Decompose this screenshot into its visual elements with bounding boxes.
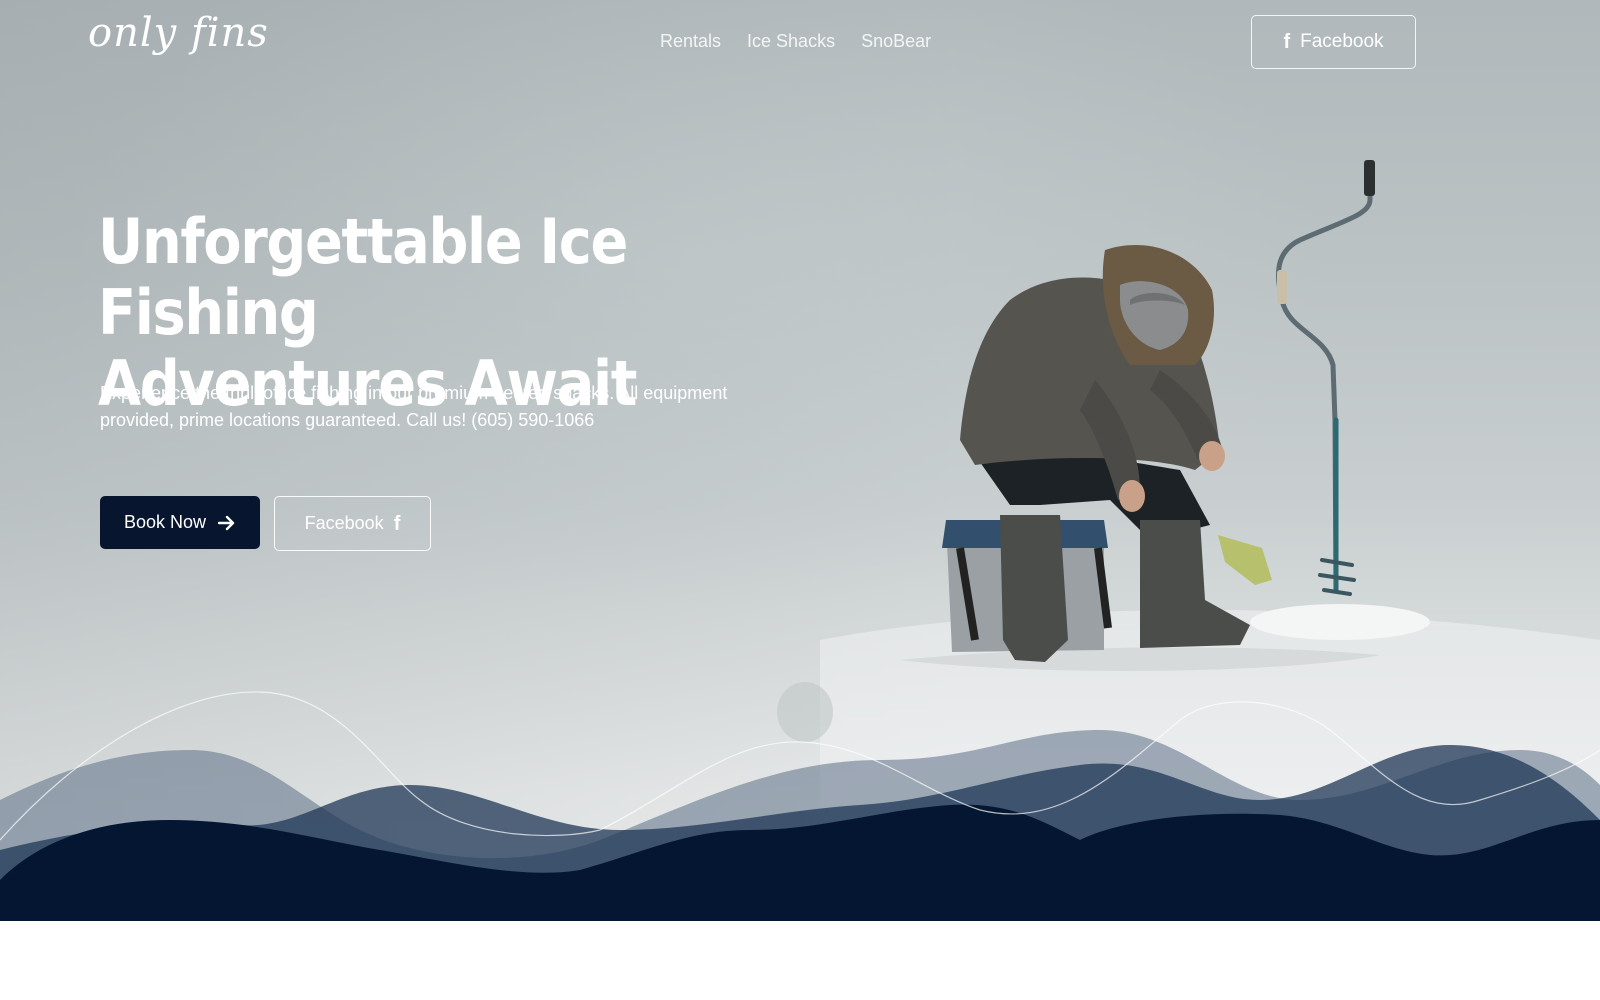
main-nav: Rentals Ice Shacks SnoBear bbox=[660, 31, 931, 52]
hero-title-line-1: Unforgettable Ice Fishing bbox=[98, 205, 628, 349]
hero-facebook-button[interactable]: Facebook f bbox=[274, 496, 431, 551]
facebook-icon: f bbox=[1283, 31, 1291, 53]
book-now-button[interactable]: Book Now bbox=[100, 496, 260, 549]
snow-mound bbox=[1250, 604, 1430, 640]
header-facebook-label: Facebook bbox=[1300, 31, 1384, 52]
arrow-right-icon bbox=[218, 515, 235, 530]
wave-decoration bbox=[0, 691, 1600, 921]
site-logo[interactable]: only fins bbox=[88, 10, 269, 56]
nav-link-rentals[interactable]: Rentals bbox=[660, 31, 721, 52]
green-towel bbox=[1218, 535, 1272, 585]
facebook-icon: f bbox=[393, 512, 401, 535]
nav-link-snobear[interactable]: SnoBear bbox=[861, 31, 931, 52]
hero-section: only fins Rentals Ice Shacks SnoBear f F… bbox=[0, 0, 1600, 921]
hero-subtitle: Experience the thrill of ice fishing in … bbox=[100, 383, 728, 430]
header-facebook-button[interactable]: f Facebook bbox=[1251, 15, 1416, 69]
nav-link-ice-shacks[interactable]: Ice Shacks bbox=[747, 31, 835, 52]
ice-auger bbox=[1275, 160, 1375, 596]
book-now-label: Book Now bbox=[123, 512, 207, 532]
hero-facebook-label: Facebook bbox=[304, 513, 384, 533]
